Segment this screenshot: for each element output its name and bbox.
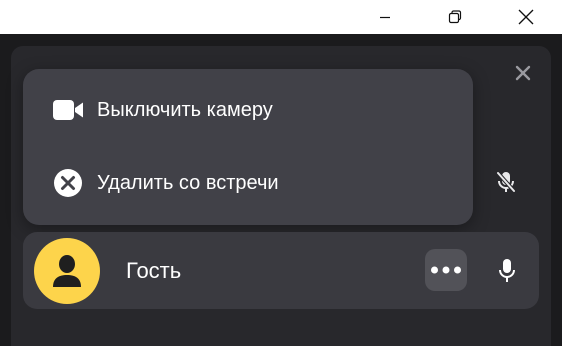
participant-mic-button[interactable] <box>493 257 521 285</box>
menu-item-remove-from-meeting[interactable]: Удалить со встречи <box>23 158 473 208</box>
restore-icon <box>448 10 462 24</box>
menu-item-label: Выключить камеру <box>97 98 273 121</box>
participant-name: Гость <box>126 258 182 283</box>
close-icon <box>518 9 534 25</box>
participant-more-button[interactable] <box>425 249 467 291</box>
window-close-button[interactable] <box>503 0 549 34</box>
mic-icon <box>499 259 515 282</box>
restore-button[interactable] <box>432 0 478 34</box>
minimize-button[interactable] <box>362 0 408 34</box>
mic-off-icon <box>496 171 516 193</box>
close-icon <box>515 65 531 81</box>
participant-row: Гость <box>23 232 539 309</box>
remove-circle-icon <box>52 167 84 199</box>
participant-mic-muted-indicator <box>494 169 518 195</box>
participant-context-menu: Выключить камеру Удалить со встречи <box>23 69 473 225</box>
camera-icon <box>52 94 84 126</box>
panel-close-button[interactable] <box>511 61 535 85</box>
menu-item-label: Удалить со встречи <box>97 171 279 194</box>
user-icon <box>53 255 81 287</box>
window-titlebar <box>0 0 562 34</box>
more-dots-icon <box>431 266 461 274</box>
minimize-icon <box>380 16 390 19</box>
menu-item-turn-off-camera[interactable]: Выключить камеру <box>23 85 473 135</box>
avatar <box>34 238 100 304</box>
